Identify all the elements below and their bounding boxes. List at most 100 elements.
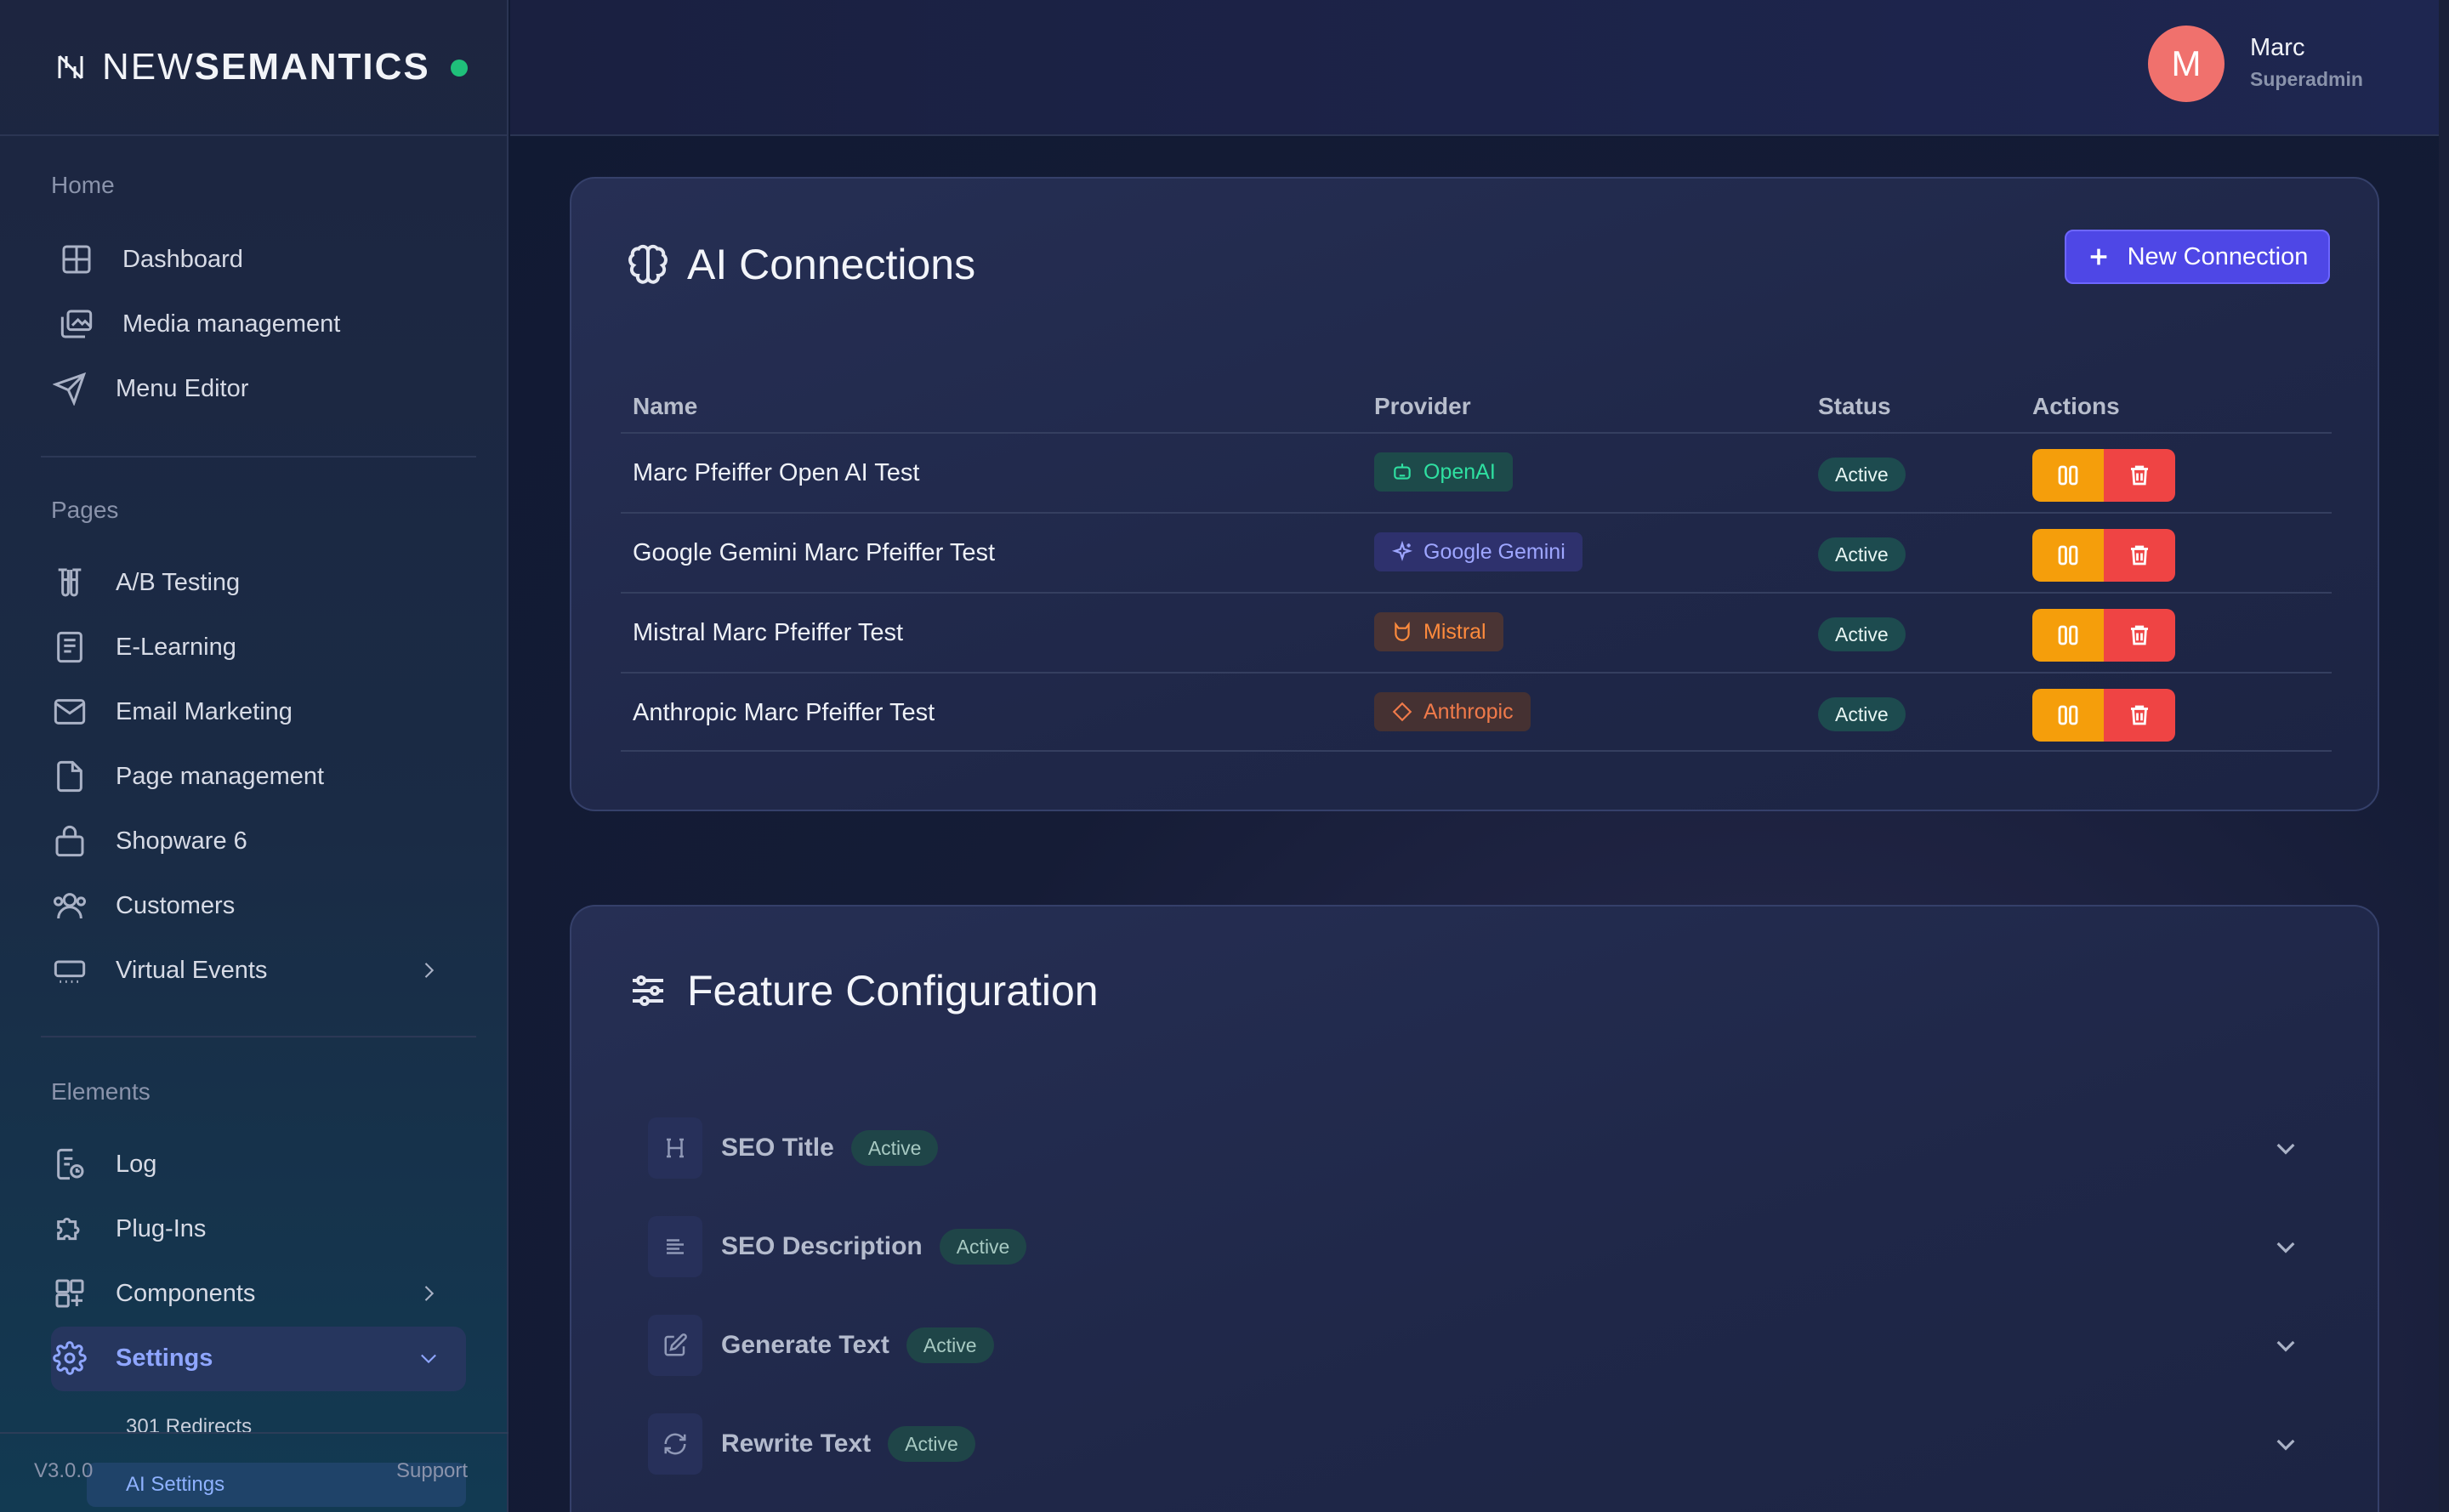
- brand-logo-icon: [58, 54, 83, 80]
- trash-icon: [2131, 545, 2148, 566]
- diamond-icon: [1392, 702, 1412, 722]
- sidebar-item-media-management[interactable]: Media management: [60, 296, 468, 352]
- scrollbar[interactable]: [2439, 0, 2449, 1512]
- test-tubes-icon: [58, 568, 82, 597]
- sidebar-item-menu-editor[interactable]: Menu Editor: [53, 361, 461, 417]
- chevron-right-icon[interactable]: [417, 958, 440, 982]
- columns-icon: [2058, 545, 2078, 566]
- sidebar-item-email-marketing[interactable]: Email Marketing: [53, 684, 461, 740]
- plus-icon: [2090, 248, 2106, 265]
- delete-button[interactable]: [2104, 449, 2175, 502]
- online-status-dot: [451, 60, 468, 77]
- sidebar-item-label: Plug-Ins: [116, 1214, 207, 1242]
- column-header-actions: Actions: [2032, 393, 2120, 419]
- feature-configuration-card: Feature Configuration SEO Title Active S…: [570, 905, 2379, 1512]
- sidebar-item-log[interactable]: Log: [53, 1136, 461, 1192]
- column-header-provider[interactable]: Provider: [1374, 393, 1471, 420]
- sliders-icon: [633, 975, 663, 1006]
- column-header-status[interactable]: Status: [1818, 393, 1891, 420]
- edit-button[interactable]: [2032, 689, 2104, 742]
- table-row[interactable]: Marc Pfeiffer Open AI Test OpenAI Active: [621, 432, 2332, 512]
- images-icon: [60, 310, 93, 338]
- section-home: Home: [51, 172, 115, 198]
- version-label: V3.0.0: [34, 1459, 94, 1482]
- table-row[interactable]: Mistral Marc Pfeiffer Test Mistral Activ…: [621, 592, 2332, 672]
- bot-icon: [1394, 463, 1411, 480]
- log-icon: [57, 1148, 84, 1180]
- sidebar-item-shopware-6[interactable]: Shopware 6: [53, 813, 461, 869]
- sidebar-divider: [41, 456, 476, 458]
- sidebar-item-label: Menu Editor: [116, 374, 249, 402]
- new-connection-button[interactable]: New Connection: [2065, 230, 2330, 284]
- sidebar-item-ab-testing[interactable]: A/B Testing: [53, 554, 461, 611]
- columns-icon: [2058, 465, 2078, 486]
- feature-item-seo-title[interactable]: SEO Title Active: [648, 1114, 2332, 1182]
- chevron-down-icon[interactable]: [2272, 1233, 2299, 1260]
- status-badge: Active: [939, 1229, 1027, 1265]
- status-badge: Active: [1818, 617, 1906, 651]
- sidebar-subitem-301-redirects[interactable]: 301 Redirects: [126, 1415, 252, 1439]
- ai-connections-card: AI Connections New Connection Name Provi…: [570, 177, 2379, 811]
- feature-item-generate-text[interactable]: Generate Text Active: [648, 1311, 2332, 1379]
- sidebar-item-plug-ins[interactable]: Plug-Ins: [53, 1201, 461, 1257]
- components-icon: [55, 1279, 84, 1308]
- sidebar-item-virtual-events[interactable]: Virtual Events: [53, 942, 461, 998]
- status-badge: Active: [1818, 697, 1906, 731]
- chevron-right-icon[interactable]: [417, 1282, 440, 1305]
- chevron-down-icon[interactable]: [2272, 1134, 2299, 1162]
- edit-button[interactable]: [2032, 529, 2104, 582]
- feature-item-rewrite-text[interactable]: Rewrite Text Active: [648, 1410, 2332, 1478]
- chevron-down-icon[interactable]: [2272, 1430, 2299, 1458]
- edit-button[interactable]: [2032, 449, 2104, 502]
- provider-label: OpenAI: [1423, 459, 1496, 484]
- sidebar-item-label: E-Learning: [116, 633, 236, 661]
- cat-icon: [1395, 622, 1410, 641]
- status-badge: Active: [906, 1327, 994, 1363]
- sidebar-item-customers[interactable]: Customers: [53, 878, 461, 934]
- brand[interactable]: NEWSEMANTICS: [0, 0, 507, 136]
- user-role: Superadmin: [2250, 68, 2363, 90]
- edit-button[interactable]: [2032, 609, 2104, 662]
- sidebar-divider: [41, 1036, 476, 1037]
- brain-icon: [628, 244, 668, 284]
- sidebar-item-dashboard[interactable]: Dashboard: [60, 231, 468, 287]
- sidebar: NEWSEMANTICS Home Dashboard Media manage…: [0, 0, 509, 1512]
- sidebar-item-e-learning[interactable]: E-Learning: [53, 619, 461, 675]
- table-row[interactable]: Google Gemini Marc Pfeiffer Test Google …: [621, 512, 2332, 592]
- sidebar-item-label: Settings: [116, 1344, 213, 1372]
- sidebar-item-label: Page management: [116, 762, 325, 790]
- feature-item-seo-description[interactable]: SEO Description Active: [648, 1213, 2332, 1281]
- delete-button[interactable]: [2104, 609, 2175, 662]
- avatar[interactable]: M: [2148, 26, 2225, 102]
- grid-icon: [62, 245, 91, 274]
- columns-icon: [2058, 625, 2078, 645]
- status-badge: Active: [1818, 537, 1906, 571]
- delete-button[interactable]: [2104, 689, 2175, 742]
- chevron-down-icon[interactable]: [2272, 1332, 2299, 1359]
- delete-button[interactable]: [2104, 529, 2175, 582]
- sidebar-subitem-ai-settings[interactable]: AI Settings: [126, 1473, 224, 1497]
- columns-icon: [2058, 705, 2078, 725]
- support-link[interactable]: Support: [396, 1459, 468, 1483]
- column-header-name[interactable]: Name: [633, 393, 697, 420]
- feature-label: Generate Text: [721, 1331, 889, 1359]
- users-icon: [54, 893, 87, 919]
- brand-name: NEWSEMANTICS: [102, 46, 430, 88]
- user-name[interactable]: Marc: [2250, 34, 2304, 62]
- provider-label: Google Gemini: [1423, 539, 1565, 564]
- provider-badge: OpenAI: [1374, 452, 1513, 492]
- status-badge: Active: [888, 1426, 975, 1462]
- card-title-text: AI Connections: [687, 241, 976, 288]
- sidebar-item-label: Email Marketing: [116, 697, 293, 725]
- sidebar-item-components[interactable]: Components: [53, 1265, 461, 1322]
- keyboard-icon: [54, 960, 86, 983]
- connection-name: Marc Pfeiffer Open AI Test: [633, 459, 920, 486]
- section-pages: Pages: [51, 497, 119, 523]
- chevron-down-icon[interactable]: [417, 1346, 440, 1370]
- trash-icon: [2131, 465, 2148, 486]
- sidebar-item-page-management[interactable]: Page management: [53, 748, 461, 804]
- sidebar-item-settings[interactable]: Settings: [53, 1330, 461, 1386]
- sidebar-item-label: Dashboard: [122, 245, 243, 273]
- section-elements: Elements: [51, 1078, 151, 1105]
- table-row[interactable]: Anthropic Marc Pfeiffer Test Anthropic A…: [621, 672, 2332, 752]
